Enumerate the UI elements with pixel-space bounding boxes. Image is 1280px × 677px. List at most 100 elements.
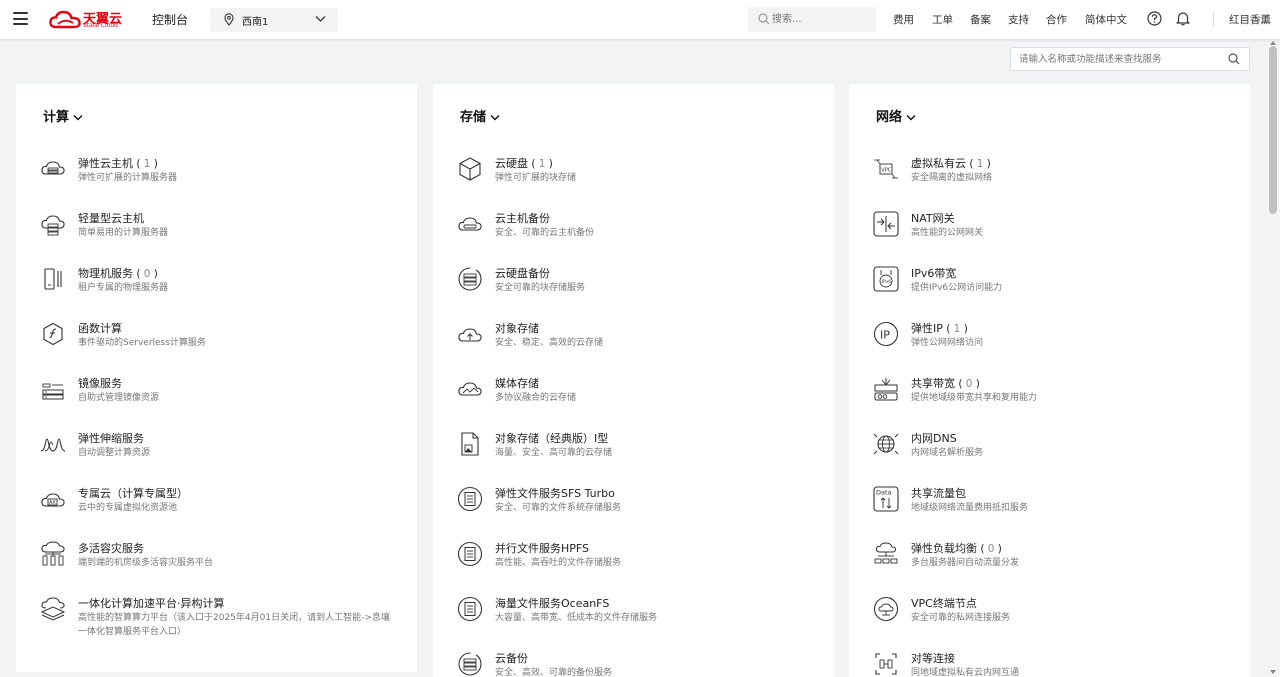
nav-billing[interactable]: 费用 [893, 12, 914, 27]
region-selector[interactable]: 西南1 [210, 8, 338, 32]
service-desc: 安全、高效、可靠的备份服务 [495, 668, 613, 677]
service-desc: 同地域虚拟私有云内网互通 [911, 668, 1020, 677]
category-title-compute[interactable]: 计算 [43, 106, 83, 125]
category-title-storage[interactable]: 存储 [460, 106, 500, 125]
service-item-nat-gateway[interactable]: NAT网关 高性能的公网网关 [873, 211, 1233, 259]
service-name: 云硬盘 ( 1 ) [495, 157, 553, 170]
global-search-input[interactable] [772, 11, 868, 28]
service-desc: 安全、稳定、高效的云存储 [495, 338, 604, 348]
cloud-host-icon [41, 161, 65, 175]
cloud-backup-icon [458, 652, 482, 676]
nav-support[interactable]: 支持 [1008, 12, 1029, 27]
service-name: 虚拟私有云 ( 1 ) [911, 157, 991, 170]
page-scrollbar[interactable] [1266, 39, 1280, 677]
category-title-label: 存储 [460, 110, 487, 125]
service-item-ecs[interactable]: 弹性云主机 ( 1 ) 弹性可扩展的计算服务器 [40, 156, 400, 204]
service-name: 一体化计算加速平台·异构计算 [78, 597, 225, 610]
lightweight-host-icon [41, 215, 65, 236]
hamburger-menu-icon[interactable] [13, 12, 28, 25]
service-name: 对等连接 [911, 652, 955, 665]
service-search-box[interactable] [1010, 47, 1250, 71]
service-desc: 弹性可扩展的计算服务器 [78, 173, 178, 183]
service-item-ipv6-bandwidth[interactable]: IPv6 IPv6带宽 提供IPv6公网访问能力 [873, 266, 1233, 314]
service-item-disaster-recovery[interactable]: 多活容灾服务 端到端的机房级多活容灾服务平台 [40, 541, 400, 589]
service-item-object-storage-classic[interactable]: 对象存储（经典版）Ⅰ型 海量、安全、高可靠的云存储 [457, 431, 817, 479]
service-item-function[interactable]: 函数计算 事件驱动的Serverless计算服务 [40, 321, 400, 369]
user-menu[interactable]: 红目香薰 [1229, 12, 1271, 27]
private-dns-icon [873, 433, 899, 455]
logo[interactable]: 天翼云 State Cloud [49, 9, 122, 31]
service-name: 共享流量包 [911, 487, 966, 500]
search-icon[interactable] [1228, 53, 1240, 65]
service-desc: 提供IPv6公网访问能力 [911, 283, 1003, 293]
service-count: 1 [538, 158, 546, 170]
service-item-elastic-ip[interactable]: IP 弹性IP ( 1 ) 弹性公网网络访问 [873, 321, 1233, 369]
service-item-heterogeneous-compute[interactable]: 一体化计算加速平台·异构计算 高性能的智算算力平台（该入口于2025年4月01日… [40, 596, 400, 644]
category-title-network[interactable]: 网络 [876, 106, 916, 125]
service-item-media-storage[interactable]: 媒体存储 多协议融合的云存储 [457, 376, 817, 424]
cloud-disk-icon [459, 157, 481, 181]
scroll-down-arrow-icon[interactable] [1270, 670, 1276, 674]
vpc-icon: VPC [874, 159, 898, 179]
service-desc: 多台服务器间自动流量分发 [911, 558, 1020, 568]
service-desc: 高性能的公网网关 [911, 228, 984, 238]
service-item-load-balancer[interactable]: 弹性负载均衡 ( 0 ) 多台服务器间自动流量分发 [873, 541, 1233, 589]
service-item-cloud-backup[interactable]: 云备份 安全、高效、可靠的备份服务 [457, 651, 817, 677]
service-item-sfs-turbo[interactable]: 弹性文件服务SFS Turbo 安全、可靠的文件系统存储服务 [457, 486, 817, 534]
service-item-auto-scaling[interactable]: 弹性伸缩服务 自动调整计算资源 [40, 431, 400, 479]
nat-gateway-icon [873, 211, 899, 237]
service-item-peering[interactable]: 对等连接 同地域虚拟私有云内网互通 [873, 651, 1233, 677]
nav-filing[interactable]: 备案 [970, 12, 991, 27]
service-item-physical-machine[interactable]: 物理机服务 ( 0 ) 租户专属的物理服务器 [40, 266, 400, 314]
service-item-vpc-endpoint[interactable]: VPC终端节点 安全可靠的私网连接服务 [873, 596, 1233, 644]
logo-cloud-icon [49, 10, 81, 29]
scrollbar-thumb[interactable] [1269, 46, 1277, 214]
service-item-lightweight-host[interactable]: 轻量型云主机 简单易用的计算服务器 [40, 211, 400, 259]
service-item-image-service[interactable]: 镜像服务 自助式管理镜像资源 [40, 376, 400, 424]
service-item-disk-backup[interactable]: 云硬盘备份 安全可靠的块存储服务 [457, 266, 817, 314]
nav-partners[interactable]: 合作 [1046, 12, 1067, 27]
svg-text:IPv6: IPv6 [882, 279, 892, 285]
console-title[interactable]: 控制台 [152, 11, 188, 28]
service-name: 媒体存储 [495, 377, 539, 390]
service-item-oceanfs[interactable]: 海量文件服务OceanFS 大容量、高带宽、低成本的文件存储服务 [457, 596, 817, 644]
service-name: 弹性云主机 ( 1 ) [78, 157, 158, 170]
service-search-input[interactable] [1019, 52, 1219, 67]
service-name: 对象存储（经典版）Ⅰ型 [495, 432, 609, 445]
language-selector[interactable]: 简体中文 [1085, 12, 1127, 27]
service-item-object-storage[interactable]: 对象存储 安全、稳定、高效的云存储 [457, 321, 817, 369]
service-desc: 端到端的机房级多活容灾服务平台 [78, 558, 214, 568]
service-item-host-backup[interactable]: 云主机备份 安全、可靠的云主机备份 [457, 211, 817, 259]
heterogeneous-compute-icon [40, 597, 66, 621]
service-name: IPv6带宽 [911, 267, 957, 280]
service-desc: 安全可靠的块存储服务 [495, 283, 586, 293]
service-item-vpc[interactable]: VPC 虚拟私有云 ( 1 ) 安全隔离的虚拟网络 [873, 156, 1233, 204]
service-item-hpfs[interactable]: 并行文件服务HPFS 高性能、高吞吐的文件存储服务 [457, 541, 817, 589]
peering-icon [875, 653, 897, 675]
service-desc: 内网域名解析服务 [911, 448, 984, 458]
location-pin-icon [224, 13, 234, 26]
service-item-shared-traffic[interactable]: Data 共享流量包 地域级网络流量费用抵扣服务 [873, 486, 1233, 534]
service-item-shared-bandwidth[interactable]: 共享带宽 ( 0 ) 提供地域级带宽共享和复用能力 [873, 376, 1233, 424]
storage-column: 存储 云硬盘 ( 1 ) 弹性可扩展的块存储 云主机备份 安全、可靠的云主机备份… [433, 84, 834, 677]
service-item-private-dns[interactable]: 内网DNS 内网域名解析服务 [873, 431, 1233, 479]
image-service-icon [42, 383, 64, 400]
compute-column: 计算 弹性云主机 ( 1 ) 弹性可扩展的计算服务器 轻量型云主机 简单易用的计… [16, 84, 417, 672]
elastic-ip-icon: IP [873, 321, 899, 347]
global-search[interactable] [748, 7, 876, 32]
bell-icon[interactable] [1176, 11, 1190, 26]
service-name: 共享带宽 ( 0 ) [911, 377, 980, 390]
service-desc: 地域级网络流量费用抵扣服务 [911, 503, 1029, 513]
service-item-dedicated-cloud[interactable]: AX 专属云（计算专属型） 云中的专属虚拟化资源池 [40, 486, 400, 534]
nav-tickets[interactable]: 工单 [932, 12, 953, 27]
shared-traffic-icon: Data [873, 486, 899, 512]
oceanfs-icon [457, 596, 483, 622]
svg-text:VPC: VPC [881, 167, 891, 173]
service-desc: 安全、可靠的云主机备份 [495, 228, 595, 238]
help-icon[interactable] [1147, 11, 1162, 26]
service-item-cloud-disk[interactable]: 云硬盘 ( 1 ) 弹性可扩展的块存储 [457, 156, 817, 204]
scroll-up-arrow-icon[interactable] [1270, 41, 1276, 45]
service-desc: 租户专属的物理服务器 [78, 283, 169, 293]
service-name: 海量文件服务OceanFS [495, 597, 610, 610]
object-storage-icon [458, 328, 482, 342]
